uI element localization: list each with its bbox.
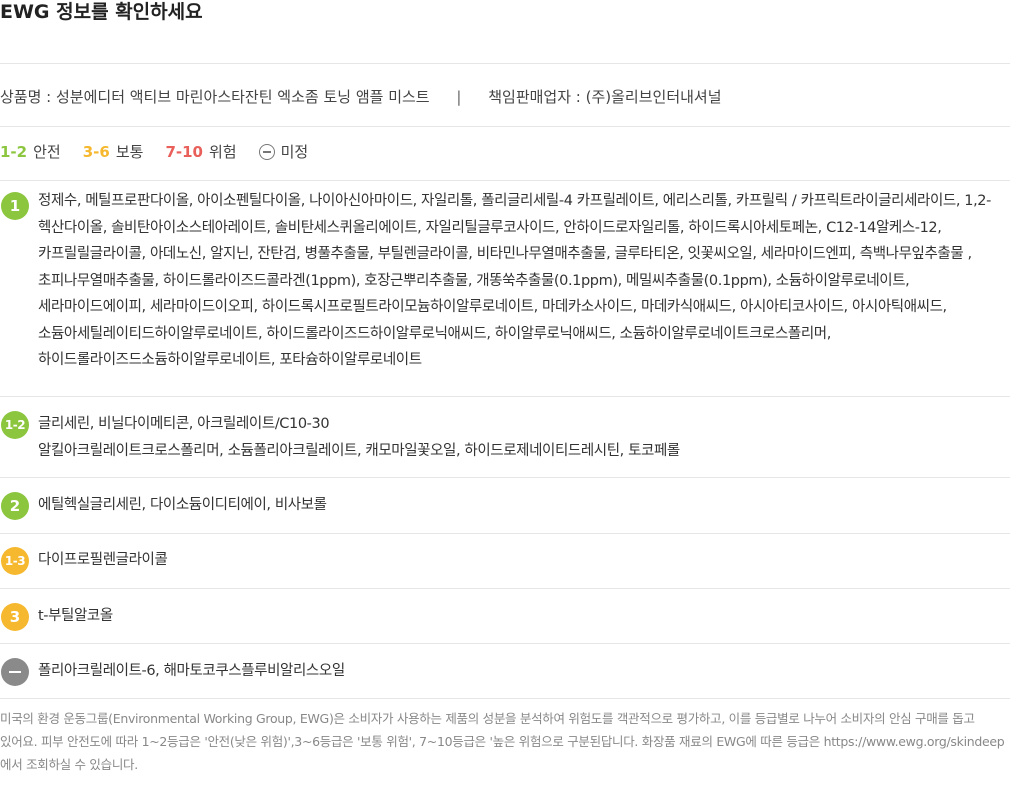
divider — [0, 126, 1010, 127]
minus-icon — [1, 658, 29, 686]
divider — [0, 588, 1010, 589]
grade-badge: 2 — [1, 492, 29, 520]
legend-safe: 1-2 안전 — [0, 141, 61, 163]
seller-name: 책임판매업자 : (주)올리브인터내셔널 — [488, 88, 722, 106]
ingredient-list: t-부틸알코올 — [38, 608, 113, 624]
page-title: EWG 정보를 확인하세요 — [0, 1, 203, 23]
ingredient-list: 폴리아크릴레이트-6, 해마토코쿠스플루비알리스오일 — [38, 663, 345, 679]
legend-grade: 3-6 — [82, 143, 110, 161]
divider — [0, 180, 1010, 181]
grade-badge: 1-3 — [1, 547, 29, 575]
divider — [0, 63, 1010, 64]
grade-legend: 1-2 안전 3-6 보통 7-10 위험 미정 — [0, 141, 330, 163]
ingredient-list: 정제수, 메틸프로판다이올, 아이소펜틸다이올, 나이아신아마이드, 자일리톨,… — [38, 193, 991, 368]
legend-label: 보통 — [115, 143, 144, 161]
legend-label: 위험 — [208, 143, 237, 161]
legend-label: 안전 — [33, 143, 61, 161]
legend-undetermined: 미정 — [258, 141, 309, 163]
divider — [0, 533, 1010, 534]
divider — [0, 698, 1010, 699]
legend-moderate: 3-6 보통 — [83, 141, 144, 163]
ingredient-list: 다이프로필렌글라이콜 — [38, 552, 168, 568]
grade-badge: 3 — [1, 603, 29, 631]
legend-danger: 7-10 위험 — [165, 141, 236, 163]
ingredient-list: 에틸헥실글리세린, 다이소듐이디티에이, 비사보롤 — [38, 497, 327, 513]
divider — [0, 643, 1010, 644]
grade-badge: 1 — [1, 192, 29, 220]
ewg-note: 미국의 환경 운동그룹(Environmental Working Group,… — [0, 711, 1005, 772]
grade-badge: 1-2 — [1, 411, 29, 439]
minus-circle-icon — [258, 144, 275, 160]
product-name: 상품명 : 성분에디터 액티브 마린아스타잔틴 엑소좀 토닝 앰플 미스트 — [0, 88, 430, 106]
legend-grade: 7-10 — [165, 143, 203, 161]
divider — [0, 477, 1010, 478]
separator: | — [456, 88, 462, 106]
legend-label: 미정 — [280, 143, 309, 161]
legend-grade: 1-2 — [0, 143, 28, 161]
divider — [0, 396, 1010, 397]
product-info: 상품명 : 성분에디터 액티브 마린아스타잔틴 엑소좀 토닝 앰플 미스트 | … — [0, 86, 722, 108]
ingredient-list: 글리세린, 비닐다이메티콘, 아크릴레이트/C10-30 알킬아크릴레이트크로스… — [38, 416, 680, 459]
